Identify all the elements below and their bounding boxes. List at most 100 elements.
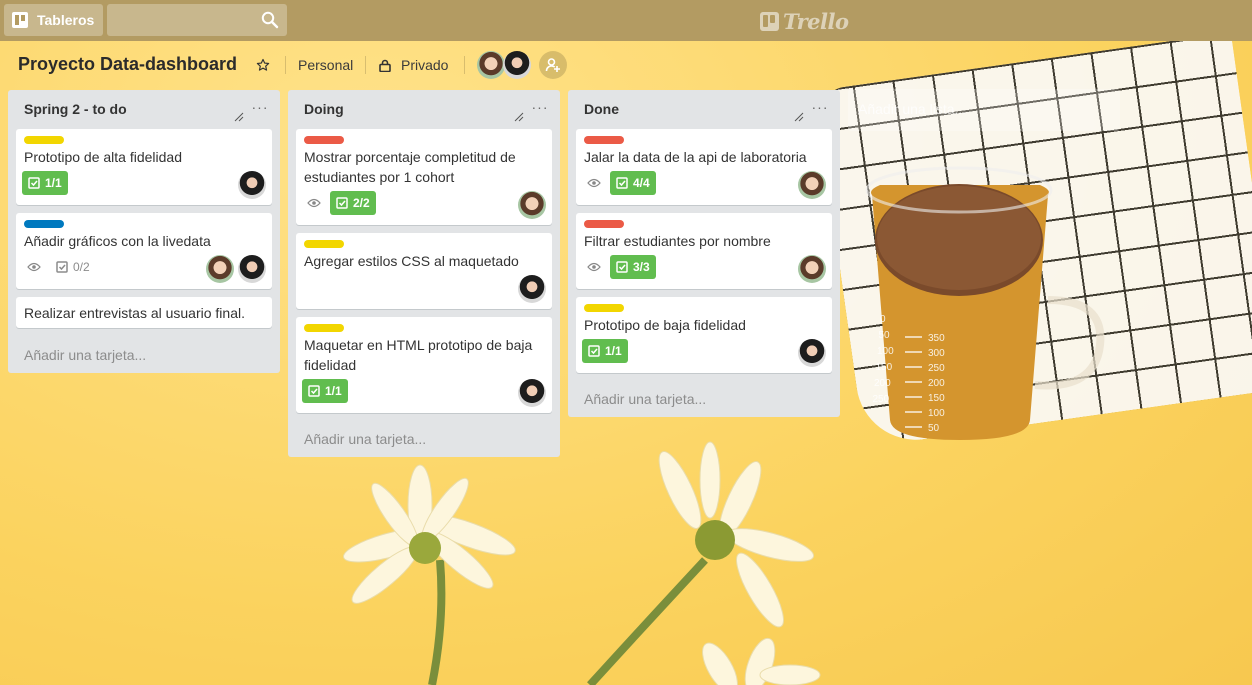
card[interactable]: Jalar la data de la api de laboratoria 4… — [576, 129, 832, 205]
beaker-mark-label: 100 — [928, 408, 945, 419]
ellipsis-icon[interactable]: ··· — [250, 99, 270, 117]
checklist-badge: 0/2 — [54, 255, 92, 279]
team-button[interactable]: Personal — [298, 53, 353, 77]
beaker-mark-label: 300 — [928, 348, 945, 359]
checklist-count: 1/1 — [325, 384, 342, 398]
card-member-avatar[interactable] — [798, 255, 826, 283]
list-done: Done ··· Jalar la data de la api de labo… — [568, 90, 840, 417]
card[interactable]: Prototipo de baja fidelidad 1/1 — [576, 297, 832, 373]
header-divider — [365, 56, 366, 74]
card-label — [584, 304, 624, 312]
resize-handle-icon[interactable] — [234, 112, 244, 122]
card[interactable]: Maquetar en HTML prototipo de baja fidel… — [296, 317, 552, 413]
ellipsis-icon[interactable]: ··· — [530, 99, 550, 117]
beaker-mark-label: 200 — [874, 378, 891, 389]
trello-logo[interactable]: Trello — [760, 7, 849, 35]
checklist-count: 1/1 — [45, 176, 62, 190]
add-card-button[interactable]: Añadir una tarjeta... — [24, 347, 146, 363]
lock-icon — [379, 59, 391, 72]
card-title: Jalar la data de la api de laboratoria — [584, 149, 807, 165]
beaker-mark-label: 150 — [928, 393, 945, 404]
card-member-avatar[interactable] — [518, 191, 546, 219]
add-member-button[interactable] — [539, 51, 567, 79]
list-header[interactable]: Spring 2 - to do — [8, 90, 280, 128]
card[interactable]: Mostrar porcentaje completitud de estudi… — [296, 129, 552, 225]
member-avatar[interactable] — [503, 51, 531, 79]
card-member-avatar[interactable] — [798, 339, 826, 367]
eye-icon — [587, 262, 601, 272]
add-card-button[interactable]: Añadir una tarjeta... — [304, 431, 426, 447]
coffee-beaker-image — [865, 166, 1105, 440]
trello-logo-icon — [760, 11, 779, 31]
list-header[interactable]: Done — [568, 90, 840, 128]
eye-icon — [587, 178, 601, 188]
star-board-button[interactable] — [256, 53, 274, 77]
checklist-count: 2/2 — [353, 196, 370, 210]
resize-handle-icon[interactable] — [514, 112, 524, 122]
checkbox-icon — [56, 261, 68, 273]
add-list-button[interactable]: Añadir una lista... — [848, 89, 1120, 131]
boards-button-label: Tableros — [37, 12, 95, 28]
checklist-badge: 1/1 — [302, 379, 348, 403]
boards-button[interactable]: Tableros — [4, 4, 103, 36]
card-title: Realizar entrevistas al usuario final. — [24, 305, 245, 321]
card-title: Prototipo de alta fidelidad — [24, 149, 182, 165]
card-member-avatar[interactable] — [238, 171, 266, 199]
trello-logo-text: Trello — [783, 8, 849, 34]
card-title: Agregar estilos CSS al maquetado — [304, 253, 519, 269]
board-title[interactable]: Proyecto Data-dashboard — [18, 54, 237, 75]
card-label — [584, 220, 624, 228]
member-avatar[interactable] — [477, 51, 505, 79]
checklist-count: 0/2 — [73, 260, 90, 274]
checkbox-icon — [616, 261, 628, 273]
resize-handle-icon[interactable] — [794, 112, 804, 122]
checkbox-icon — [616, 177, 628, 189]
checklist-badge: 2/2 — [330, 191, 376, 215]
card-label — [24, 220, 64, 228]
card-member-avatar[interactable] — [238, 255, 266, 283]
card-title: Filtrar estudiantes por nombre — [584, 233, 771, 249]
card-label — [304, 136, 344, 144]
card-label — [304, 324, 344, 332]
checklist-badge: 1/1 — [22, 171, 68, 195]
card-label — [24, 136, 64, 144]
card-member-avatar[interactable] — [206, 255, 234, 283]
card-title: Prototipo de baja fidelidad — [584, 317, 746, 333]
checkbox-icon — [28, 177, 40, 189]
ellipsis-icon[interactable]: ··· — [810, 99, 830, 117]
card[interactable]: Realizar entrevistas al usuario final. — [16, 297, 272, 328]
card-member-avatar[interactable] — [518, 379, 546, 407]
beaker-mark-label: 100 — [877, 346, 894, 357]
checklist-count: 1/1 — [605, 344, 622, 358]
header-divider — [285, 56, 286, 74]
card-member-avatar[interactable] — [518, 275, 546, 303]
search-input[interactable] — [107, 4, 287, 36]
card[interactable]: Añadir gráficos con la livedata 0/2 — [16, 213, 272, 289]
card[interactable]: Agregar estilos CSS al maquetado — [296, 233, 552, 309]
card[interactable]: Prototipo de alta fidelidad 1/1 — [16, 129, 272, 205]
search-box[interactable] — [107, 4, 287, 36]
search-icon[interactable] — [261, 11, 279, 29]
checklist-badge: 3/3 — [610, 255, 656, 279]
beaker-mark-label: 200 — [928, 378, 945, 389]
add-card-button[interactable]: Añadir una tarjeta... — [584, 391, 706, 407]
add-member-icon — [545, 58, 560, 72]
star-icon — [256, 58, 270, 71]
card-label — [304, 240, 344, 248]
card-title: Añadir gráficos con la livedata — [24, 233, 211, 249]
visibility-button[interactable]: Privado — [379, 53, 448, 77]
boards-icon — [12, 12, 28, 28]
beaker-mark-label: 50 — [928, 423, 940, 434]
beaker-mark-label: 250 — [873, 394, 890, 405]
checklist-badge: 1/1 — [582, 339, 628, 363]
list-spring-2-to-do: Spring 2 - to do ··· Prototipo de alta f… — [8, 90, 280, 373]
card-title: Mostrar porcentaje completitud de estudi… — [304, 149, 516, 185]
card-member-avatar[interactable] — [798, 171, 826, 199]
card-title: Maquetar en HTML prototipo de baja fidel… — [304, 337, 533, 373]
card[interactable]: Filtrar estudiantes por nombre 3/3 — [576, 213, 832, 289]
daisy-flower-bottom — [702, 637, 821, 685]
card-label — [584, 136, 624, 144]
list-header[interactable]: Doing — [288, 90, 560, 128]
daisy-flower-left — [343, 464, 516, 685]
beaker-mark-label: 50 — [879, 330, 891, 341]
